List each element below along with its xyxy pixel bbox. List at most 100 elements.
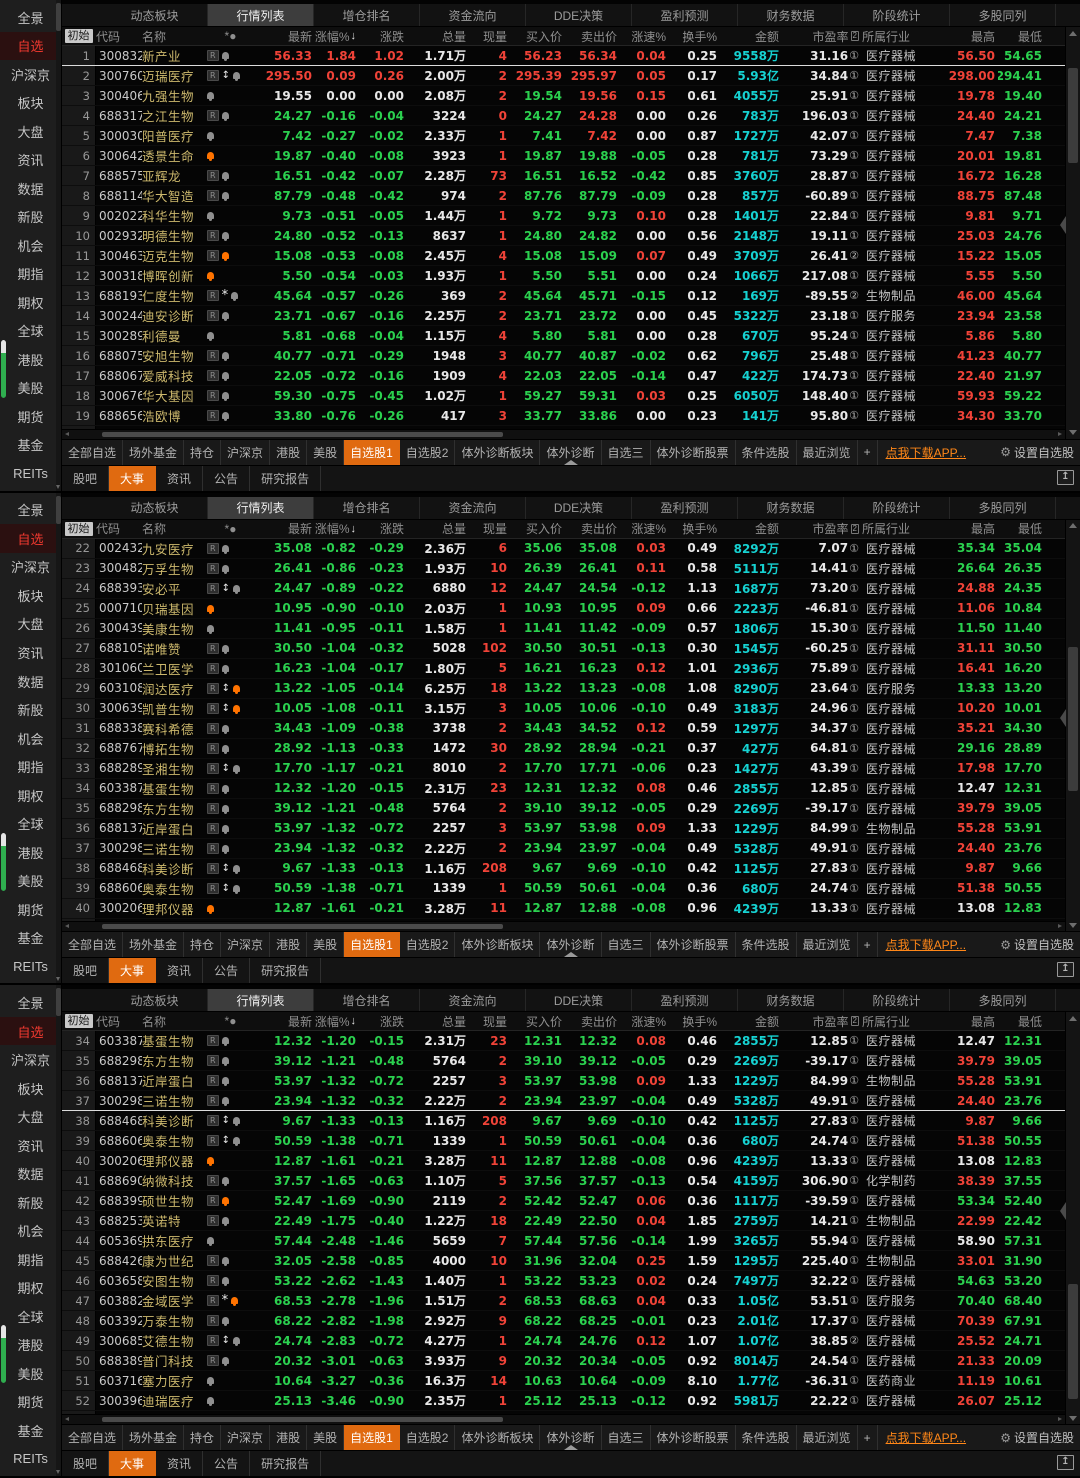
quote-tab-0[interactable]: 动态板块 bbox=[102, 4, 208, 26]
news-tab-1[interactable]: 大事 bbox=[109, 1451, 156, 1476]
sidebar-item-5[interactable]: 资讯 bbox=[0, 638, 61, 667]
column-header-1[interactable]: 代码 bbox=[96, 1012, 142, 1030]
alert-bell-icon[interactable] bbox=[222, 665, 229, 672]
quote-tab-6[interactable]: 财务数据 bbox=[738, 4, 844, 26]
watchlist-tab-1[interactable]: 场外基金 bbox=[123, 1425, 184, 1450]
sidebar-item-0[interactable]: 全景 bbox=[0, 988, 61, 1017]
watchlist-tab-10[interactable]: 自选三 bbox=[602, 932, 651, 957]
news-tab-4[interactable]: 研究报告 bbox=[250, 958, 321, 983]
table-row[interactable]: 18300676华大基因R59.30-0.75-0.451.02万159.275… bbox=[62, 386, 1065, 406]
alert-bell-icon[interactable] bbox=[233, 1117, 240, 1124]
alert-bell-icon[interactable] bbox=[233, 865, 240, 872]
column-header-4[interactable]: 最新 bbox=[258, 27, 315, 45]
watchlist-tab-8[interactable]: 体外诊断板块 bbox=[455, 1425, 540, 1450]
download-app-link[interactable]: 点我下载APP... bbox=[878, 440, 974, 465]
watchlist-tab-3[interactable]: 沪深京 bbox=[221, 1425, 270, 1450]
table-row[interactable]: 33688289圣湘生物R↕17.70-1.17-0.218010217.701… bbox=[62, 759, 1065, 779]
table-row[interactable]: 38688468科美诊断R↕9.67-1.33-0.131.16万2089.67… bbox=[62, 1111, 1065, 1131]
quote-tab-2[interactable]: 增仓排名 bbox=[314, 4, 420, 26]
watchlist-settings-button[interactable]: ⚙设置自选股 bbox=[994, 932, 1080, 957]
column-header-2[interactable]: 名称 bbox=[142, 520, 206, 538]
scroll-down-icon[interactable] bbox=[1066, 919, 1080, 931]
export-icon[interactable]: ↥ bbox=[1057, 470, 1074, 485]
news-tab-2[interactable]: 资讯 bbox=[156, 958, 203, 983]
news-tab-3[interactable]: 公告 bbox=[203, 466, 250, 491]
table-row[interactable]: 27688105诺唯赞R30.50-1.04-0.32502810230.503… bbox=[62, 639, 1065, 659]
news-tab-3[interactable]: 公告 bbox=[203, 958, 250, 983]
news-tab-0[interactable]: 股吧 bbox=[62, 958, 109, 983]
alert-bell-icon[interactable] bbox=[222, 1037, 229, 1044]
watchlist-tab-5[interactable]: 美股 bbox=[307, 440, 344, 465]
quote-tab-0[interactable]: 动态板块 bbox=[102, 989, 208, 1011]
column-header-11[interactable]: 涨速% bbox=[620, 27, 669, 45]
column-header-16[interactable]: 最高 bbox=[940, 1012, 998, 1030]
column-header-12[interactable]: 换手% bbox=[669, 520, 720, 538]
quote-tab-3[interactable]: 资金流向 bbox=[420, 4, 526, 26]
sidebar-scrollbar[interactable] bbox=[56, 985, 61, 1476]
alert-bell-icon[interactable] bbox=[207, 212, 214, 219]
watchlist-tab-5[interactable]: 美股 bbox=[307, 1425, 344, 1450]
alert-bell-icon[interactable] bbox=[207, 92, 214, 99]
horizontal-scrollbar[interactable] bbox=[62, 1414, 1065, 1424]
export-icon[interactable]: ↥ bbox=[1057, 1455, 1074, 1470]
alert-bell-icon[interactable] bbox=[222, 1257, 229, 1264]
alert-bell-icon[interactable] bbox=[222, 252, 229, 259]
table-row[interactable]: 32688767博拓生物R28.92-1.13-0.3314723028.922… bbox=[62, 739, 1065, 759]
watchlist-tab-10[interactable]: 自选三 bbox=[602, 440, 651, 465]
table-row[interactable]: 34603387基蛋生物R12.32-1.20-0.152.31万2312.31… bbox=[62, 779, 1065, 799]
news-tab-2[interactable]: 资讯 bbox=[156, 466, 203, 491]
table-row[interactable]: 8688114华大智造R87.79-0.48-0.42974287.7687.7… bbox=[62, 186, 1065, 206]
alert-bell-icon[interactable] bbox=[207, 1237, 214, 1244]
alert-bell-icon[interactable] bbox=[222, 1057, 229, 1064]
scroll-down-icon[interactable] bbox=[1066, 427, 1080, 439]
quote-tab-4[interactable]: DDE决策 bbox=[526, 989, 632, 1011]
table-row[interactable]: 14300244迪安诊断R23.71-0.67-0.162.25万223.712… bbox=[62, 306, 1065, 326]
column-header-15[interactable]: 所属行业 bbox=[862, 27, 940, 45]
quote-tab-4[interactable]: DDE决策 bbox=[526, 4, 632, 26]
column-header-3[interactable]: *● bbox=[206, 1012, 258, 1030]
column-header-14[interactable]: 市盈率2 bbox=[782, 27, 862, 45]
table-row[interactable]: 46603658安图生物R53.22-2.62-1.431.40万153.225… bbox=[62, 1271, 1065, 1291]
alert-bell-icon[interactable] bbox=[222, 312, 229, 319]
alert-bell-icon[interactable] bbox=[222, 112, 229, 119]
sidebar-scroll-down-icon[interactable] bbox=[56, 485, 60, 489]
table-row[interactable]: 6300642透景生命19.87-0.40-0.083923119.8719.8… bbox=[62, 146, 1065, 166]
sidebar-item-7[interactable]: 新股 bbox=[0, 203, 61, 232]
table-row[interactable]: 48603392万泰生物R68.22-2.82-1.982.92万968.226… bbox=[62, 1311, 1065, 1331]
sidebar-item-10[interactable]: 期权 bbox=[0, 781, 61, 810]
alert-bell-icon[interactable] bbox=[222, 745, 229, 752]
alert-bell-icon[interactable] bbox=[233, 1337, 240, 1344]
watchlist-settings-button[interactable]: ⚙设置自选股 bbox=[994, 440, 1080, 465]
watchlist-tab-11[interactable]: 体外诊断股票 bbox=[651, 932, 736, 957]
sidebar-item-15[interactable]: 基金 bbox=[0, 1416, 61, 1445]
scroll-down-icon[interactable] bbox=[1066, 1412, 1080, 1424]
quote-tab-7[interactable]: 阶段统计 bbox=[844, 497, 950, 519]
table-row[interactable]: 39688606奥泰生物R↕50.59-1.38-0.711339150.595… bbox=[62, 879, 1065, 899]
sidebar-item-11[interactable]: 全球 bbox=[0, 1302, 61, 1331]
sidebar-item-0[interactable]: 全景 bbox=[0, 496, 61, 525]
table-row[interactable]: 35688298东方生物R39.12-1.21-0.485764239.1039… bbox=[62, 1051, 1065, 1071]
collapse-notch-icon[interactable] bbox=[1060, 1202, 1066, 1220]
sidebar-item-13[interactable]: 美股 bbox=[0, 1359, 61, 1388]
watchlist-tab-4[interactable]: 港股 bbox=[270, 440, 307, 465]
sidebar-item-16[interactable]: REITs bbox=[0, 952, 61, 981]
alert-bell-icon[interactable] bbox=[207, 905, 214, 912]
watchlist-tab-7[interactable]: 自选股2 bbox=[400, 440, 456, 465]
quote-tab-6[interactable]: 财务数据 bbox=[738, 497, 844, 519]
alert-bell-icon[interactable] bbox=[222, 352, 229, 359]
scroll-up-icon[interactable] bbox=[1066, 520, 1080, 532]
table-row[interactable]: 4688317之江生物R24.27-0.16-0.043224024.2724.… bbox=[62, 106, 1065, 126]
watchlist-tab-3[interactable]: 沪深京 bbox=[221, 932, 270, 957]
alert-bell-icon[interactable] bbox=[222, 725, 229, 732]
sidebar-item-1[interactable]: 自选 bbox=[0, 524, 61, 553]
quote-tab-7[interactable]: 阶段统计 bbox=[844, 989, 950, 1011]
watchlist-tab-7[interactable]: 自选股2 bbox=[400, 1425, 456, 1450]
alert-bell-icon[interactable] bbox=[207, 625, 214, 632]
column-header-8[interactable]: 现量 bbox=[469, 1012, 510, 1030]
column-header-0[interactable]: 初始 bbox=[62, 520, 96, 538]
initial-sort-button[interactable]: 初始 bbox=[65, 1014, 93, 1028]
alert-bell-icon[interactable] bbox=[231, 292, 238, 299]
watchlist-tab-0[interactable]: 全部自选 bbox=[62, 932, 123, 957]
alert-bell-icon[interactable] bbox=[222, 1277, 229, 1284]
vertical-scrollbar-thumb[interactable] bbox=[1068, 647, 1078, 791]
